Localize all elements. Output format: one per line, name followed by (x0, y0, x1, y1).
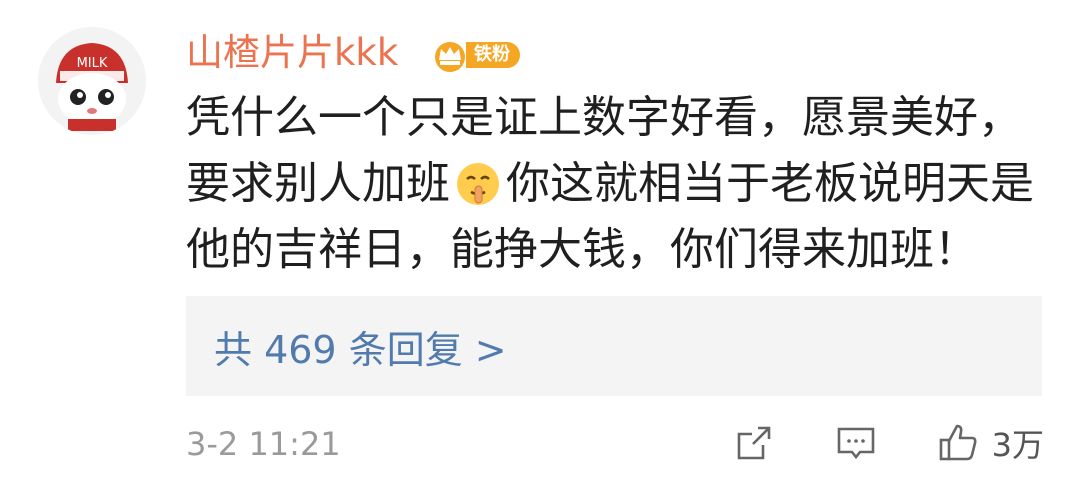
shushing-face-emoji (454, 160, 502, 208)
like-button[interactable]: 3万 (936, 420, 1044, 466)
comment-button[interactable] (834, 421, 878, 465)
username[interactable]: 山楂片片kkk (186, 28, 398, 78)
comment-text: 凭什么一个只是证上数字好看，愿景美好， 要求别人加班 你这就相当于老板说明天是 … (186, 92, 1056, 290)
fan-badge[interactable]: 铁粉 (430, 38, 520, 72)
comment-icon (837, 427, 874, 460)
comment-text-segment: 你这就相当于老板说明天是 (506, 158, 1034, 209)
avatar[interactable]: MILK (38, 27, 146, 135)
thumbs-up-icon (939, 424, 977, 461)
avatar-illustration: MILK (38, 27, 146, 135)
comment-text-segment: 要求别人加班 (186, 158, 450, 209)
replies-link[interactable]: 共 469 条回复 > (186, 296, 1042, 396)
comment-line: 要求别人加班 你这就相当于老板说明天是 (186, 158, 1056, 210)
fan-badge-label: 铁粉 (466, 42, 520, 68)
comment-line: 凭什么一个只是证上数字好看，愿景美好， (186, 92, 1056, 144)
comment-line: 他的吉祥日，能挣大钱，你们得来加班！ (186, 224, 1056, 276)
comment-text-segment: 凭什么一个只是证上数字好看，愿景美好， (186, 92, 1022, 143)
replies-link-label: 共 469 条回复 > (214, 327, 507, 372)
comment-actions: 3万 (674, 420, 1044, 466)
share-button[interactable] (732, 421, 776, 465)
like-count: 3万 (991, 426, 1044, 464)
crown-badge-icon (435, 42, 465, 72)
share-icon (737, 426, 770, 460)
comment-text-segment: 他的吉祥日，能挣大钱，你们得来加班！ (186, 224, 978, 275)
comment-timestamp: 3-2 11:21 (186, 425, 341, 463)
avatar-hat-text: MILK (77, 56, 108, 71)
